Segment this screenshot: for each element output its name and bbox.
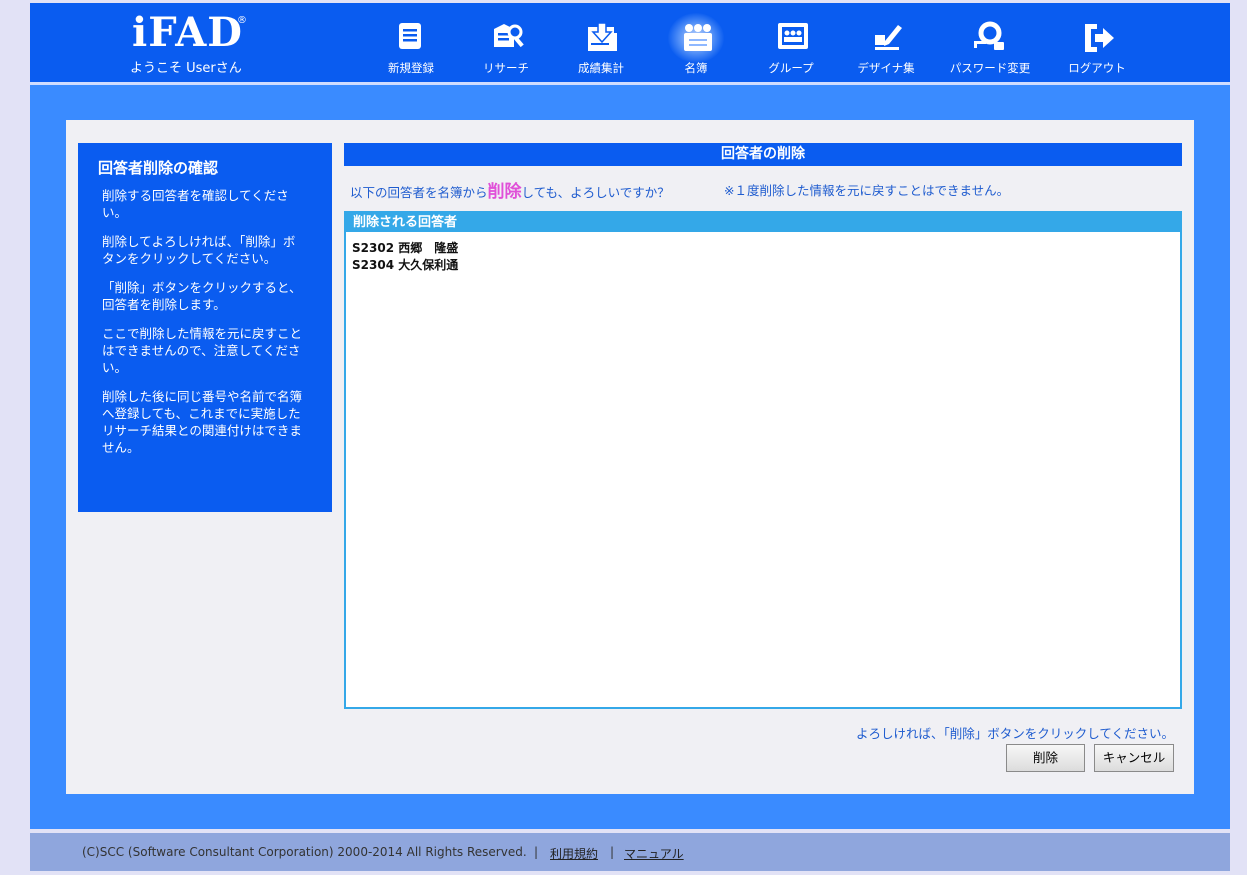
confirm-note: ※１度削除した情報を元に戻すことはできません。: [724, 183, 1010, 198]
sidebar-paragraph: 削除する回答者を確認してください。: [102, 188, 289, 220]
nav-item-designs[interactable]: デザイナ集: [838, 3, 934, 82]
app-header: iFAD ® ようこそ Userさん 新規登録 リサーチ 成績集計 名簿 グルー…: [30, 3, 1230, 82]
footer-separator: |: [610, 845, 615, 859]
nav-label: グループ: [768, 61, 814, 75]
manual-link[interactable]: マニュアル: [624, 845, 684, 862]
nav-label: デザイナ集: [857, 61, 915, 75]
logo-registered-mark: ®: [237, 15, 247, 26]
footer: (C)SCC (Software Consultant Corporation)…: [30, 833, 1230, 871]
sidebar-paragraph: ここで削除した情報を元に戻すことはできませんので、注意してください。: [102, 326, 303, 375]
nav-item-new-registration[interactable]: 新規登録: [363, 3, 459, 82]
nav-label: 新規登録: [388, 61, 434, 75]
logo-text: iFAD: [132, 9, 243, 56]
document-icon: [399, 23, 421, 49]
list-item: S2302 西郷 隆盛: [352, 241, 459, 255]
group-icon: [778, 23, 808, 49]
cancel-button[interactable]: キャンセル: [1094, 744, 1174, 772]
welcome-text: ようこそ Userさん: [130, 61, 242, 76]
terms-link[interactable]: 利用規約: [550, 845, 598, 862]
nav-item-roster[interactable]: 名簿: [648, 3, 744, 82]
copyright: (C)SCC (Software Consultant Corporation)…: [82, 845, 527, 859]
logout-icon: [1085, 24, 1114, 52]
list-item: S2304 大久保利通: [352, 258, 459, 272]
bottom-instruction: よろしければ、「削除」ボタンをクリックしてください。: [855, 726, 1174, 741]
sidebar-body: 削除する回答者を確認してください。 削除してよろしければ、「削除」ボタンをクリッ…: [102, 187, 307, 468]
roster-icon: [684, 24, 712, 51]
sidebar-paragraph: 「削除」ボタンをクリックすると、回答者を削除します。: [102, 280, 302, 312]
sidebar-paragraph: 削除した後に同じ番号や名前で名簿へ登録しても、これまでに実施したリサーチ結果との…: [102, 389, 303, 455]
footer-separator: |: [534, 845, 539, 859]
design-pen-icon: [875, 25, 902, 50]
nav-item-password[interactable]: パスワード変更: [933, 3, 1047, 82]
confirm-emphasis: 削除: [487, 182, 522, 202]
password-key-icon: [974, 21, 1004, 50]
delete-button[interactable]: 削除: [1006, 744, 1085, 772]
results-download-icon: [588, 22, 617, 51]
nav-label: リサーチ: [483, 61, 529, 75]
delete-content: 回答者の削除 以下の回答者を名簿から削除しても、よろしいですか？ ※１度削除した…: [344, 143, 1182, 772]
confirm-prefix: 以下の回答者を名簿から: [350, 185, 488, 200]
nav-item-logout[interactable]: ログアウト: [1049, 3, 1145, 82]
logo: iFAD ® ようこそ Userさん: [130, 9, 250, 77]
content-panel: 回答者削除の確認 削除する回答者を確認してください。 削除してよろしければ、「削…: [66, 120, 1194, 794]
nav-label: 成績集計: [578, 61, 624, 75]
nav-label: 名簿: [684, 61, 708, 75]
sidebar-paragraph: 削除してよろしければ、「削除」ボタンをクリックしてください。: [102, 234, 296, 266]
nav-item-research[interactable]: リサーチ: [458, 3, 554, 82]
respondent-list-box: 削除される回答者 S2302 西郷 隆盛 S2304 大久保利通: [344, 211, 1182, 709]
nav-label: ログアウト: [1068, 61, 1126, 75]
page-title: 回答者の削除: [344, 143, 1182, 166]
nav-item-group[interactable]: グループ: [743, 3, 839, 82]
nav-label: パスワード変更: [949, 61, 1031, 75]
sidebar-title: 回答者削除の確認: [98, 159, 219, 177]
respondent-list: S2302 西郷 隆盛 S2304 大久保利通: [346, 232, 1180, 274]
confirm-suffix: しても、よろしいですか？: [521, 185, 670, 200]
help-sidebar: 回答者削除の確認 削除する回答者を確認してください。 削除してよろしければ、「削…: [78, 143, 332, 512]
respondent-list-title: 削除される回答者: [346, 213, 1180, 232]
research-icon: [494, 24, 524, 48]
nav-item-results[interactable]: 成績集計: [553, 3, 649, 82]
confirm-message: 以下の回答者を名簿から削除しても、よろしいですか？ ※１度削除した情報を元に戻す…: [350, 177, 1170, 202]
